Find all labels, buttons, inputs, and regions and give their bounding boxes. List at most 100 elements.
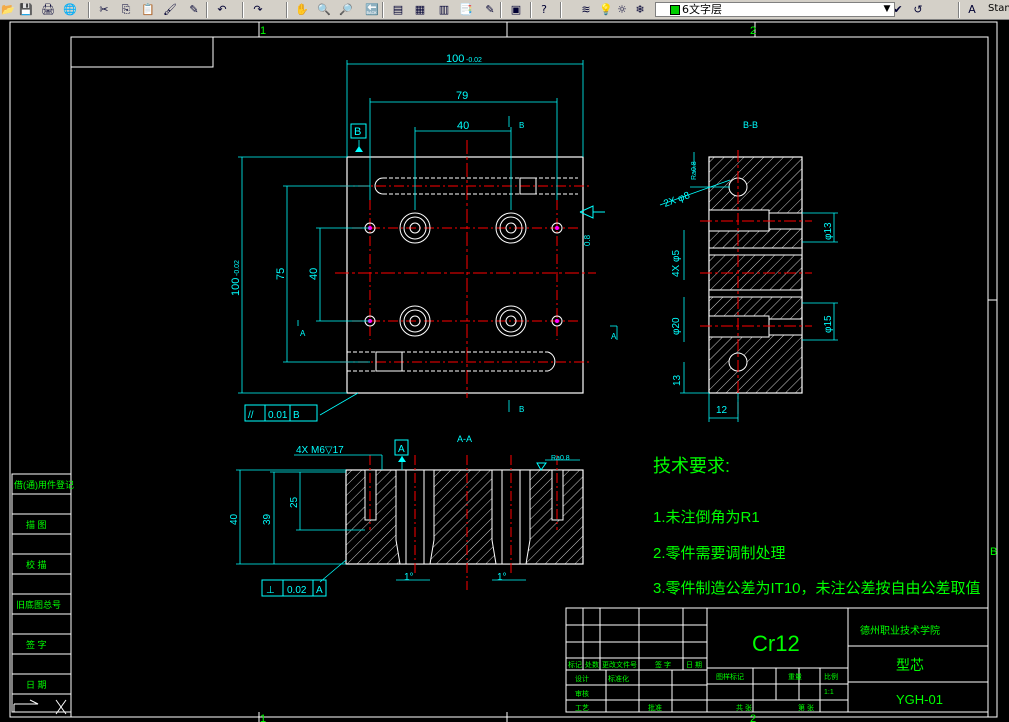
pan-icon[interactable]: ✋ bbox=[294, 2, 310, 18]
design-center-icon[interactable]: ▦ bbox=[412, 2, 428, 18]
material: Cr12 bbox=[752, 631, 800, 656]
toolbar-separator bbox=[206, 2, 208, 18]
help-icon[interactable]: ? bbox=[536, 2, 552, 18]
left-panel-labels: 借(通)用件登记 描 图 校 描 旧底图总号 签 字 日 期 bbox=[14, 479, 74, 690]
svg-text:第 张: 第 张 bbox=[798, 703, 814, 712]
drawing-number: YGH-01 bbox=[896, 692, 943, 707]
section-aa-title: A-A bbox=[457, 434, 472, 444]
scale-value: 1:1 bbox=[824, 689, 834, 696]
text-style-icon[interactable]: A bbox=[964, 2, 980, 18]
part-name: 型芯 bbox=[896, 657, 924, 673]
svg-text:更改文件号: 更改文件号 bbox=[602, 660, 637, 669]
open-icon[interactable]: 📂 bbox=[0, 2, 16, 18]
toolbar-separator bbox=[560, 2, 562, 18]
parallelism-symbol: // bbox=[248, 410, 254, 421]
zoom-window-icon[interactable]: 🔎 bbox=[338, 2, 354, 18]
toolbar-separator bbox=[958, 2, 960, 18]
plot-icon[interactable]: 🖨 bbox=[40, 2, 56, 18]
sheet-set-icon[interactable]: 📑 bbox=[458, 2, 474, 18]
perpendicularity-datum: A bbox=[316, 585, 323, 596]
tool-palettes-icon[interactable]: ▥ bbox=[436, 2, 452, 18]
chevron-down-icon[interactable]: ▼ bbox=[881, 3, 893, 16]
match-properties-icon[interactable]: 🖌 bbox=[162, 2, 178, 18]
svg-text:图样标记: 图样标记 bbox=[716, 672, 744, 681]
section-b-bottom: B bbox=[519, 405, 524, 414]
save-icon[interactable]: 💾 bbox=[18, 2, 34, 18]
border-letter: B bbox=[990, 546, 997, 558]
svg-text:批准: 批准 bbox=[648, 703, 662, 712]
undo-icon[interactable]: ↶ bbox=[214, 2, 230, 18]
svg-text:比例: 比例 bbox=[824, 672, 838, 681]
angle-1: 1° bbox=[404, 572, 414, 583]
toolbar-separator bbox=[242, 2, 244, 18]
parallelism-datum: B bbox=[293, 410, 300, 421]
roughness-aa: Ra0.8 bbox=[551, 455, 570, 462]
svg-text:审核: 审核 bbox=[575, 689, 589, 698]
dim-20: φ20 bbox=[671, 317, 682, 335]
layer-color-swatch bbox=[670, 5, 680, 15]
dim-25: 25 bbox=[289, 496, 300, 508]
border-number: 1 bbox=[260, 25, 266, 37]
zoom-previous-icon[interactable]: 🔙 bbox=[364, 2, 380, 18]
dim-39: 39 bbox=[262, 513, 273, 525]
toolbar-separator bbox=[500, 2, 502, 18]
drawing-canvas[interactable]: 1 2 1 2 B 借(通)用件登记 描 图 校 描 旧底图总号 签 字 日 期 bbox=[0, 20, 1009, 722]
section-a-right: A bbox=[611, 332, 617, 341]
svg-text:重量: 重量 bbox=[788, 673, 802, 681]
datum-a: A bbox=[398, 444, 405, 455]
layer-manager-icon[interactable]: ≋ bbox=[578, 2, 594, 18]
border-number: 1 bbox=[260, 713, 266, 722]
roughness-label: 0.8 bbox=[583, 234, 592, 246]
svg-text:日 期: 日 期 bbox=[26, 680, 47, 690]
redo-icon[interactable]: ↷ bbox=[250, 2, 266, 18]
svg-text:签 字: 签 字 bbox=[655, 660, 671, 669]
svg-text:校 描: 校 描 bbox=[26, 559, 47, 570]
dim-79: 79 bbox=[456, 90, 468, 102]
parallelism-value: 0.01 bbox=[268, 410, 288, 421]
dim-15: φ15 bbox=[823, 315, 834, 333]
layer-previous-icon[interactable]: ↺ bbox=[910, 2, 926, 18]
dim-4x5: 4X φ5 bbox=[671, 250, 682, 277]
svg-text:工艺: 工艺 bbox=[575, 704, 589, 712]
layer-dropdown[interactable]: 6文字层 ▼ bbox=[655, 2, 895, 17]
border-number: 2 bbox=[750, 713, 756, 722]
tech-requirements: 技术要求: 1.未注倒角为R1 2.零件需要调制处理 3.零件制造公差为IT10… bbox=[653, 456, 981, 597]
dim-width-tol: -0.02 bbox=[466, 57, 482, 64]
tech-item: 2.零件需要调制处理 bbox=[653, 545, 786, 562]
properties-icon[interactable]: ▤ bbox=[390, 2, 406, 18]
svg-text:描 图: 描 图 bbox=[26, 519, 47, 530]
cut-icon[interactable]: ✂ bbox=[96, 2, 112, 18]
tech-item: 3.零件制造公差为IT10，未注公差按自由公差取值 bbox=[653, 580, 981, 597]
svg-text:共 张: 共 张 bbox=[736, 703, 752, 712]
toolbar-separator bbox=[382, 2, 384, 18]
section-b-top: B bbox=[519, 121, 524, 130]
svg-text:旧底图总号: 旧底图总号 bbox=[16, 599, 61, 610]
dim-40: 40 bbox=[457, 120, 469, 132]
angle-2: 1° bbox=[497, 572, 507, 583]
tech-heading: 技术要求: bbox=[653, 456, 730, 476]
zoom-realtime-icon[interactable]: 🔍 bbox=[316, 2, 332, 18]
calculator-icon[interactable]: ▣ bbox=[508, 2, 524, 18]
school-name: 德州职业技术学院 bbox=[860, 624, 940, 637]
svg-text:标记: 标记 bbox=[568, 660, 582, 669]
dim-75: 75 bbox=[275, 268, 287, 280]
svg-text:签 字: 签 字 bbox=[26, 639, 47, 650]
publish-icon[interactable]: 🌐 bbox=[62, 2, 78, 18]
copy-icon[interactable]: ⎘ bbox=[118, 2, 134, 18]
sun-icon[interactable]: ☼ bbox=[614, 2, 630, 18]
paste-icon[interactable]: 📋 bbox=[140, 2, 156, 18]
svg-text:日 期: 日 期 bbox=[686, 661, 702, 669]
text-style-dropdown[interactable]: Stan bbox=[988, 3, 1009, 14]
light-bulb-icon[interactable]: 💡 bbox=[598, 2, 614, 18]
svg-text:标准化: 标准化 bbox=[608, 674, 629, 683]
top-view-dim-text: 100 -0.02 79 40 100 -0.02 75 40 B A A B … bbox=[230, 53, 617, 421]
perpendicularity-value: 0.02 bbox=[287, 585, 307, 596]
toolbar-separator bbox=[286, 2, 288, 18]
freeze-icon[interactable]: ❄ bbox=[632, 2, 648, 18]
thread-callout: 4X M6▽17 bbox=[296, 445, 344, 456]
svg-text:处数: 处数 bbox=[585, 660, 599, 669]
block-editor-icon[interactable]: ✎ bbox=[186, 2, 202, 18]
markup-icon[interactable]: ✎ bbox=[482, 2, 498, 18]
section-bb-title: B-B bbox=[743, 120, 758, 130]
dim-40-vertical: 40 bbox=[308, 268, 320, 280]
